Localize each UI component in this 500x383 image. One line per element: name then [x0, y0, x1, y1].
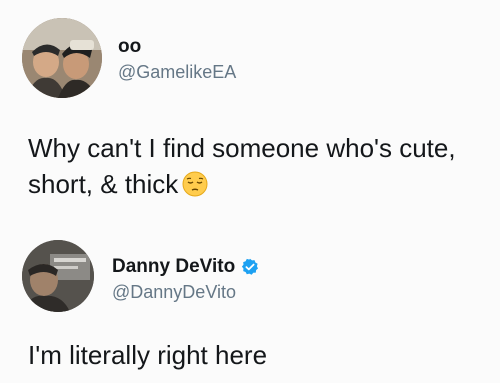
avatar-photo-dark-icon[interactable] — [22, 240, 94, 312]
tweet-text: Why can't I find someone who's cute, sho… — [28, 130, 498, 202]
display-name-text: Danny DeVito — [112, 256, 236, 277]
user-info: oo @GamelikeEA — [118, 36, 236, 84]
display-name[interactable]: oo — [118, 36, 236, 58]
verified-badge-icon — [241, 258, 259, 276]
avatar-image — [22, 18, 102, 98]
display-name[interactable]: Danny DeVito — [112, 256, 259, 278]
avatar-photo-two-men-icon[interactable] — [22, 18, 102, 98]
user-info: Danny DeVito @DannyDeVito — [112, 256, 259, 304]
tweet-text-body: Why can't I find someone who's cute, sho… — [28, 133, 456, 199]
avatar-image — [22, 240, 94, 312]
tweet-text: I'm literally right here — [28, 340, 268, 370]
screenshot-frame: oo @GamelikeEA Why can't I find someone … — [0, 0, 500, 383]
handle[interactable]: @DannyDeVito — [112, 280, 259, 304]
pensive-face-icon — [182, 170, 208, 197]
handle[interactable]: @GamelikeEA — [118, 60, 236, 84]
